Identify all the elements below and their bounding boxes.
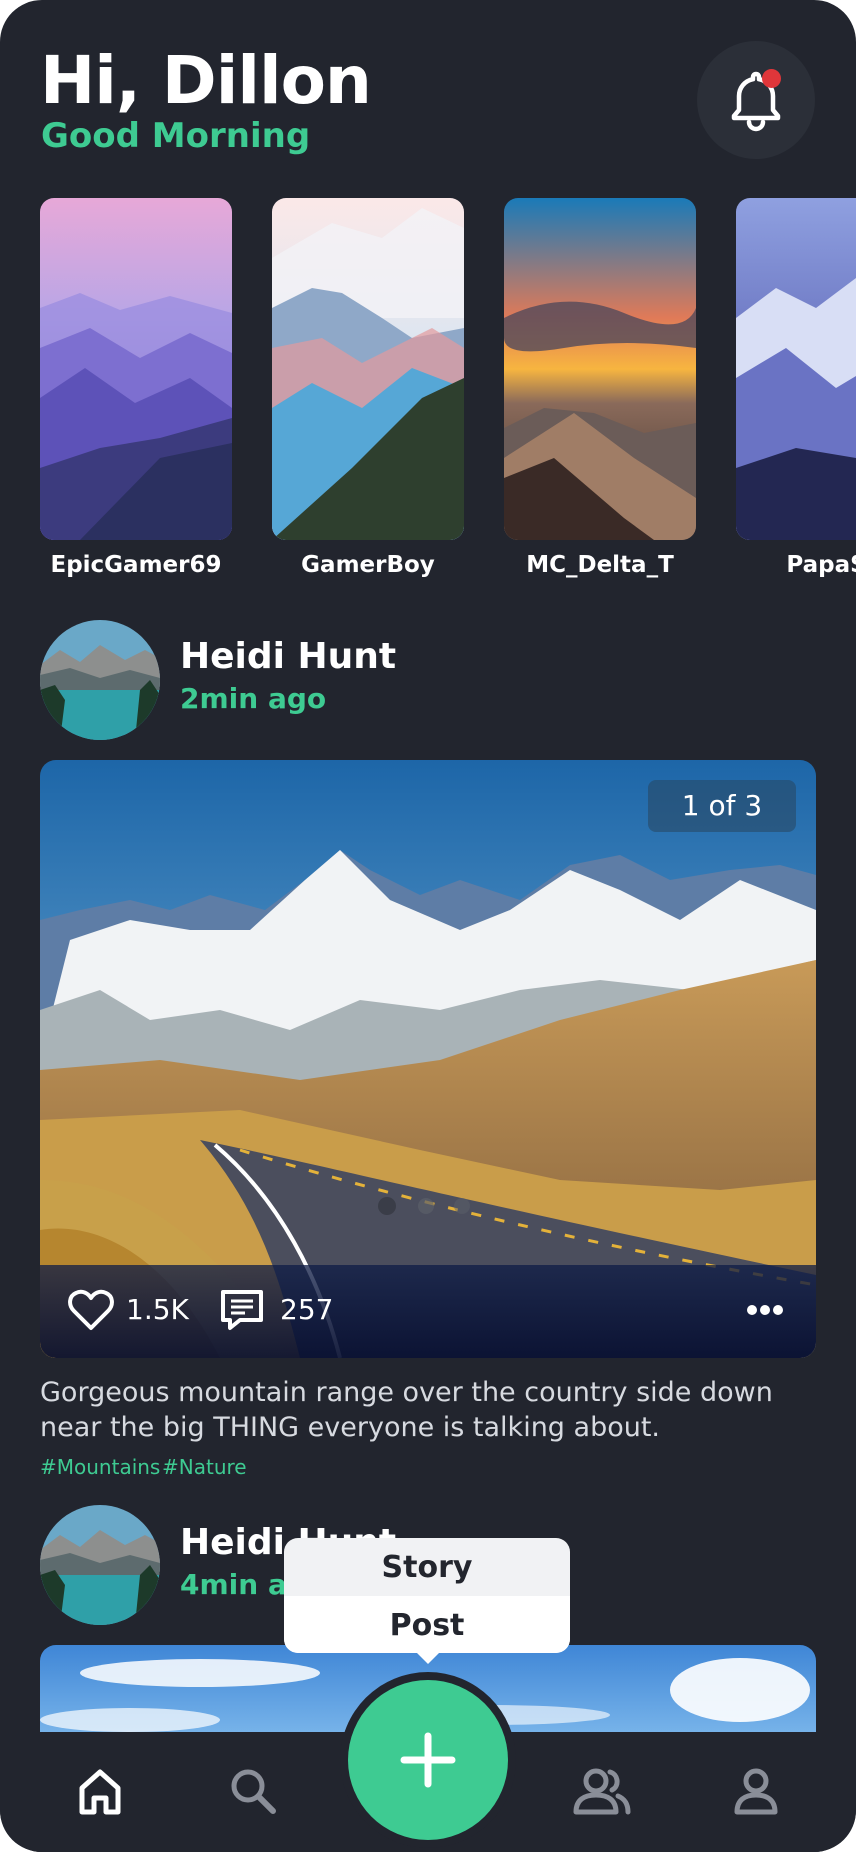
story-card[interactable]	[272, 198, 464, 540]
notifications-button[interactable]	[697, 41, 815, 159]
create-button[interactable]	[348, 1680, 508, 1840]
carousel-dot[interactable]	[454, 1198, 470, 1214]
profile-icon[interactable]	[734, 1768, 778, 1816]
story-thumbnail	[736, 198, 856, 540]
avatar-image	[40, 1505, 160, 1625]
home-icon[interactable]	[78, 1768, 122, 1816]
story-card[interactable]	[504, 198, 696, 540]
carousel-dot-active[interactable]	[378, 1197, 396, 1215]
like-count: 1.5K	[126, 1293, 189, 1326]
create-menu: Story Post	[284, 1538, 570, 1653]
more-options-icon[interactable]	[746, 1300, 784, 1320]
comment-icon[interactable]	[220, 1289, 264, 1331]
search-icon[interactable]	[228, 1766, 278, 1816]
author-avatar[interactable]	[40, 620, 160, 740]
story-card[interactable]	[736, 198, 856, 540]
story-thumbnail	[504, 198, 696, 540]
post-time: 2min ago	[180, 682, 327, 715]
story-name: GamerBoy	[301, 552, 435, 578]
create-story-option[interactable]: Story	[284, 1550, 570, 1585]
story-name: PapaSt	[786, 552, 856, 578]
hashtag[interactable]: #Nature	[162, 1455, 247, 1479]
create-post-option[interactable]: Post	[284, 1608, 570, 1643]
post-author[interactable]: Heidi Hunt	[180, 636, 396, 677]
heart-icon[interactable]	[68, 1289, 114, 1331]
notification-badge	[762, 69, 781, 88]
hashtag[interactable]: #Mountains	[40, 1455, 160, 1479]
app-screen: Hi, Dillon Good Morning EpicGamer69 Game…	[0, 0, 856, 1852]
friends-icon[interactable]	[572, 1768, 632, 1816]
greeting-subtitle: Good Morning	[41, 116, 311, 156]
avatar-image	[40, 620, 160, 740]
image-counter: 1 of 3	[648, 780, 796, 832]
plus-icon	[400, 1732, 456, 1788]
story-name: MC_Delta_T	[526, 552, 674, 578]
comment-count: 257	[280, 1293, 334, 1326]
carousel-dot[interactable]	[418, 1198, 434, 1214]
greeting-title: Hi, Dillon	[40, 42, 372, 119]
story-thumbnail	[272, 198, 464, 540]
author-avatar[interactable]	[40, 1505, 160, 1625]
post-caption: Gorgeous mountain range over the country…	[40, 1377, 773, 1443]
story-thumbnail	[40, 198, 232, 540]
story-card[interactable]	[40, 198, 232, 540]
menu-pointer	[414, 1650, 442, 1664]
story-name: EpicGamer69	[50, 552, 222, 578]
